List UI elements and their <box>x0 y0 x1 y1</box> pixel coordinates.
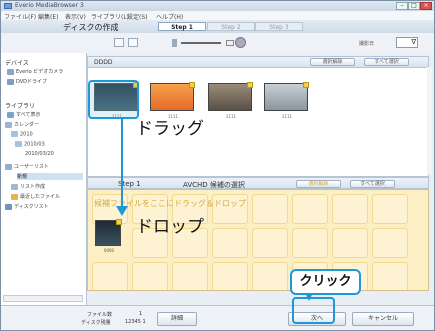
cancel-button[interactable]: キャンセル <box>352 312 414 326</box>
drop-annotation: ドロップ <box>136 217 204 237</box>
drag-arrow-head <box>116 206 128 216</box>
callout-pointer <box>305 293 313 301</box>
file-count-value: 1 <box>139 311 143 317</box>
bottom-bar: ファイル数 1 ディスク残量 12345 1 詳細 次へ キャンセル <box>1 305 434 330</box>
disc-space-value: 12345 1 <box>125 319 146 325</box>
detail-button[interactable]: 詳細 <box>157 312 197 326</box>
app-window: Everio MediaBrowser 3 – □ × ファイル(F) 編集(E… <box>0 0 435 331</box>
click-callout: クリック <box>290 269 361 295</box>
disc-space-label: ディスク残量 <box>81 320 111 326</box>
drag-annotation: ドラッグ <box>136 119 204 139</box>
next-button-highlight <box>292 297 335 324</box>
file-count-label: ファイル数 <box>87 312 113 318</box>
drag-arrow <box>116 119 128 216</box>
